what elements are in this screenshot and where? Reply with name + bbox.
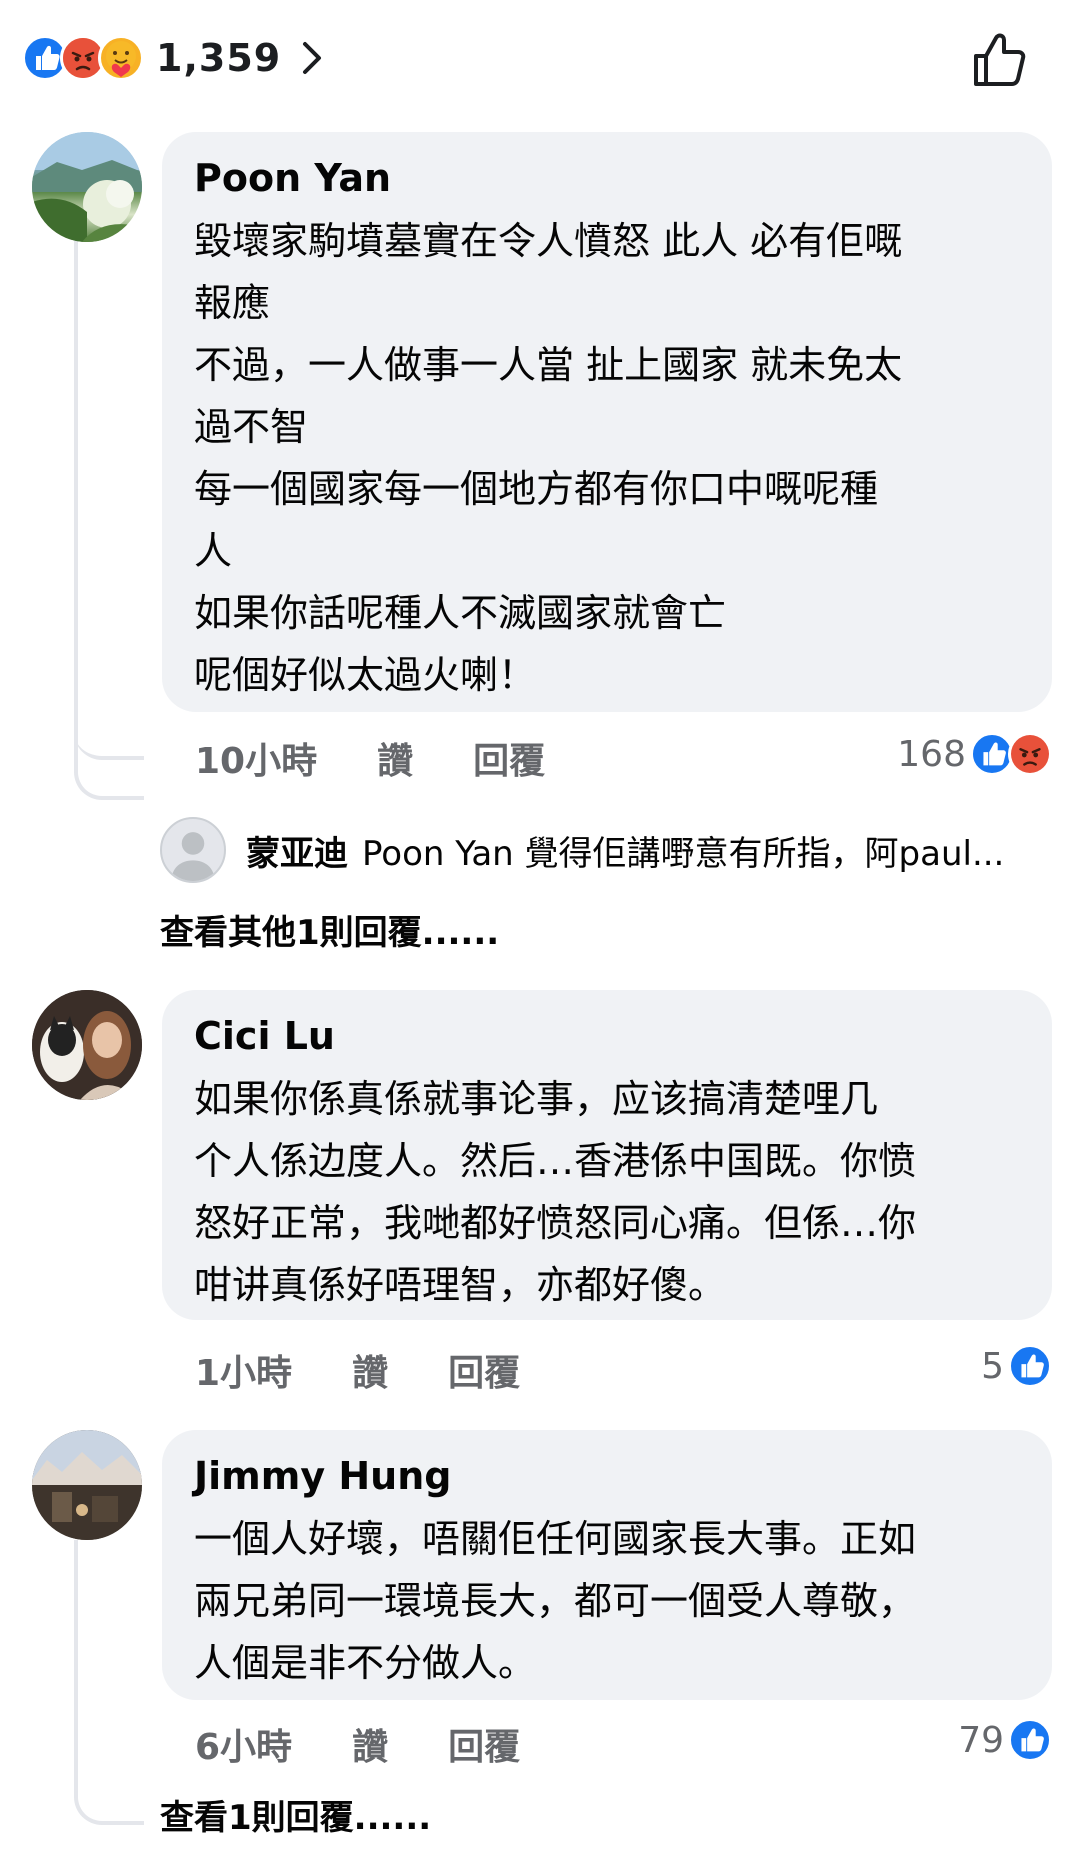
angry-icon: [1008, 732, 1052, 776]
comment-bubble: Poon Yan 毀壞家駒墳墓實在令人憤怒 此人 必有佢嘅 報應 不過，一人做事…: [162, 132, 1052, 712]
comment-reaction-count[interactable]: 168: [897, 726, 1052, 782]
comment-bubble: Cici Lu 如果你係真係就事论事，应该搞清楚哩几 个人係边度人。然后…香港係…: [162, 990, 1052, 1320]
reply-author[interactable]: 蒙亚迪: [246, 826, 348, 875]
like-button-icon[interactable]: [970, 30, 1030, 90]
view-more-replies-link[interactable]: 查看1則回覆......: [160, 1790, 431, 1839]
like-action[interactable]: 讚: [377, 732, 413, 784]
comment-author[interactable]: Jimmy Hung: [194, 1454, 1022, 1498]
like-action[interactable]: 讚: [352, 1344, 388, 1396]
comment-text: 一個人好壞，唔關佢任何國家長大事。正如 兩兄弟同一環境長大，都可一個受人尊敬， …: [194, 1517, 917, 1685]
reaction-count: 168: [897, 733, 966, 775]
comment-actions: 10小時 讚 回覆: [195, 730, 605, 786]
reaction-icon-stack: [22, 35, 144, 81]
comment-author[interactable]: Poon Yan: [194, 156, 1022, 200]
like-icon: [1008, 1718, 1052, 1762]
comment-actions: 6小時 讚 回覆: [195, 1716, 580, 1772]
reaction-total-count: 1,359: [156, 36, 282, 80]
comment-time[interactable]: 1小時: [195, 1344, 292, 1396]
comment-time[interactable]: 6小時: [195, 1718, 292, 1770]
reply-text: Poon Yan 覺得佢講嘢意有所指，阿paul...: [362, 833, 1005, 874]
avatar[interactable]: [160, 817, 226, 883]
reply-action[interactable]: 回覆: [473, 732, 545, 784]
chevron-right-icon[interactable]: [299, 38, 327, 78]
comment-time[interactable]: 10小時: [195, 732, 317, 784]
reply-action[interactable]: 回覆: [448, 1344, 520, 1396]
avatar[interactable]: [32, 132, 142, 242]
reaction-count: 79: [958, 1719, 1004, 1761]
care-icon: [98, 35, 144, 81]
nested-reply[interactable]: 蒙亚迪 Poon Yan 覺得佢講嘢意有所指，阿paul...: [160, 815, 1060, 885]
like-action[interactable]: 讚: [352, 1718, 388, 1770]
reply-action[interactable]: 回覆: [448, 1718, 520, 1770]
avatar[interactable]: [32, 990, 142, 1100]
thread-connector: [74, 1540, 144, 1825]
comment-reaction-count[interactable]: 79: [958, 1712, 1052, 1768]
comment-text: 毀壞家駒墳墓實在令人憤怒 此人 必有佢嘅 報應 不過，一人做事一人當 扯上國家 …: [194, 219, 903, 697]
comment-actions: 1小時 讚 回覆: [195, 1342, 580, 1398]
reaction-summary[interactable]: 1,359: [22, 30, 327, 86]
comment-text: 如果你係真係就事论事，应该搞清楚哩几 个人係边度人。然后…香港係中国既。你愤 怒…: [194, 1077, 917, 1307]
comment-reaction-count[interactable]: 5: [981, 1338, 1052, 1394]
avatar[interactable]: [32, 1430, 142, 1540]
like-icon: [1008, 1344, 1052, 1388]
thread-connector: [74, 640, 144, 760]
reaction-count: 5: [981, 1345, 1004, 1387]
view-more-replies-link[interactable]: 查看其他1則回覆......: [160, 905, 499, 954]
comment-author[interactable]: Cici Lu: [194, 1014, 1022, 1058]
comment-bubble: Jimmy Hung 一個人好壞，唔關佢任何國家長大事。正如 兩兄弟同一環境長大…: [162, 1430, 1052, 1700]
